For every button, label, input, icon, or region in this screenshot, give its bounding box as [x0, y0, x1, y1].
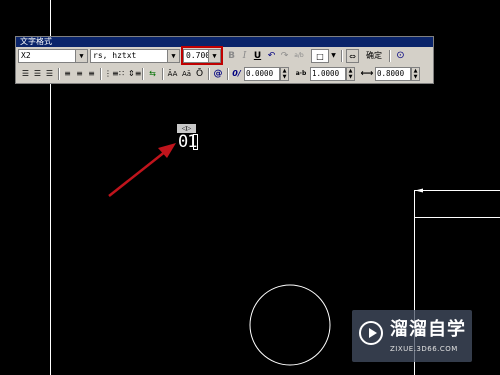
insert-field-icon[interactable]: ⇆	[146, 67, 159, 81]
toolbar-row-2: ☰ ☰ ☰ ≡ ≡ ≡ ⋮≡ ∷ ⇕≡ ⇆ ĀA Aā Ō @ 0/ 0.000…	[18, 67, 433, 83]
separator	[389, 50, 391, 62]
oblique-angle-icon: 0/	[232, 69, 241, 78]
options-button[interactable]: ⊙	[394, 49, 407, 63]
annotation-arrow-shaft	[108, 150, 167, 197]
separator	[227, 68, 229, 80]
separator	[100, 68, 102, 80]
underline-button[interactable]: U	[252, 49, 263, 63]
text-formatting-toolbar: 文字格式 X2 ▼ rs, hztxt ▼ 0.7000 ▼ B I U ↶ ↷…	[15, 36, 434, 84]
play-logo-icon	[359, 321, 383, 345]
spinner-arrows-icon[interactable]: ▲ ▼	[411, 67, 420, 81]
dimension-arrowhead-icon	[415, 188, 423, 193]
chevron-down-icon[interactable]: ▼	[167, 50, 179, 62]
undo-button[interactable]: ↶	[266, 49, 277, 63]
watermark: 溜溜自学 ZIXUE.3D66.COM	[352, 310, 472, 362]
separator	[58, 68, 60, 80]
align-bottom-icon[interactable]: ≡	[86, 67, 97, 81]
style-select[interactable]: X2 ▼	[18, 49, 88, 63]
font-value: rs, hztxt	[93, 51, 137, 60]
align-top-icon[interactable]: ≡	[62, 67, 73, 81]
drawn-circle	[249, 284, 331, 366]
watermark-subtitle: ZIXUE.3D66.COM	[390, 345, 458, 353]
uppercase-button[interactable]: ĀA	[166, 67, 179, 81]
oblique-angle-spinner[interactable]: 0.0000 ▲ ▼	[244, 67, 289, 81]
highlight-box	[181, 46, 223, 65]
align-left-icon[interactable]: ☰	[20, 67, 31, 81]
chevron-down-icon[interactable]: ▼	[329, 49, 338, 63]
ok-button[interactable]: 确定	[363, 49, 385, 63]
italic-button[interactable]: I	[239, 49, 250, 63]
tracking-spinner[interactable]: 1.0000 ▲ ▼	[310, 67, 355, 81]
text-cursor	[193, 134, 198, 150]
lowercase-button[interactable]: Aā	[180, 67, 193, 81]
align-middle-icon[interactable]: ≡	[74, 67, 85, 81]
stack-button[interactable]: a/b	[292, 49, 306, 63]
separator	[208, 68, 210, 80]
separator	[162, 68, 164, 80]
tracking-input[interactable]: 1.0000	[310, 67, 346, 81]
redo-button[interactable]: ↷	[279, 49, 290, 63]
tracking-icon: a·b	[295, 70, 307, 77]
numbering-icon[interactable]: ⋮≡	[104, 67, 119, 81]
spinner-arrows-icon[interactable]: ▲ ▼	[346, 67, 355, 81]
width-factor-input[interactable]: 0.8000	[375, 67, 411, 81]
bullets-icon[interactable]: ∷	[116, 67, 127, 81]
width-factor-spinner[interactable]: 0.8000 ▲ ▼	[375, 67, 420, 81]
color-select[interactable]: □	[311, 49, 329, 63]
color-swatch-icon: □	[316, 52, 324, 61]
width-factor-icon: ⟷	[360, 69, 374, 79]
toolbar-row-1: X2 ▼ rs, hztxt ▼ 0.7000 ▼ B I U ↶ ↷ a/b …	[18, 46, 433, 65]
bold-button[interactable]: B	[226, 49, 237, 63]
align-right-icon[interactable]: ☰	[44, 67, 55, 81]
watermark-title: 溜溜自学	[390, 319, 466, 340]
toolbar-title[interactable]: 文字格式	[16, 37, 433, 47]
separator	[341, 50, 343, 62]
chevron-down-icon[interactable]: ▼	[75, 50, 87, 62]
ruler-button[interactable]: ⇔	[346, 49, 359, 63]
oblique-angle-input[interactable]: 0.0000	[244, 67, 280, 81]
spinner-arrows-icon[interactable]: ▲ ▼	[280, 67, 289, 81]
line-spacing-icon[interactable]: ⇕≡	[128, 67, 141, 81]
align-center-icon[interactable]: ☰	[32, 67, 43, 81]
font-select[interactable]: rs, hztxt ▼	[90, 49, 180, 63]
separator	[142, 68, 144, 80]
symbol-button[interactable]: @	[212, 67, 224, 81]
overline-button[interactable]: Ō	[194, 67, 205, 81]
style-value: X2	[21, 51, 31, 60]
